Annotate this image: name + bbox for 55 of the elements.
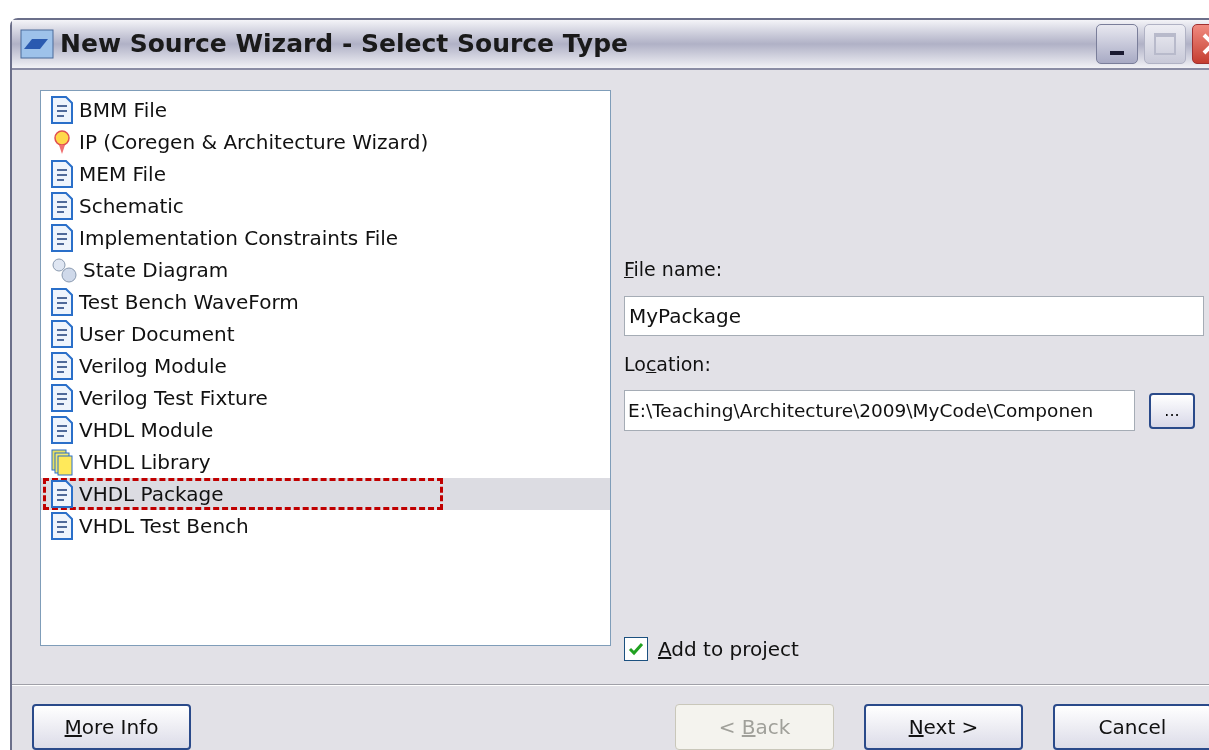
- document-icon: [51, 224, 73, 252]
- dialog-button[interactable]: Next >: [864, 704, 1023, 750]
- check-icon: [627, 640, 645, 658]
- list-item[interactable]: VHDL Test Bench: [41, 510, 610, 542]
- stacked-pages-icon: [51, 448, 73, 476]
- item-label: VHDL Library: [79, 449, 211, 476]
- list-item[interactable]: VHDL Library: [41, 446, 610, 478]
- field-label: Location:: [624, 351, 712, 377]
- field-label: File name:: [624, 257, 724, 282]
- list-item[interactable]: IP (Coregen & Architecture Wizard): [41, 126, 610, 158]
- item-label: Verilog Module: [79, 353, 227, 380]
- dialog-button[interactable]: More Info: [32, 704, 191, 750]
- input-field[interactable]: E:\Teaching\Architecture\2009\MyCode\Componen: [624, 390, 1135, 431]
- document-icon: [51, 192, 73, 220]
- item-label: Implementation Constraints File: [79, 225, 399, 252]
- document-icon: [51, 384, 73, 412]
- item-label: State Diagram: [83, 257, 229, 284]
- document-icon: [51, 512, 73, 540]
- document-icon: [51, 352, 73, 380]
- input-field[interactable]: MyPackage: [624, 295, 1204, 336]
- document-icon: [51, 416, 73, 444]
- checkbox-label: Add to project: [658, 636, 799, 663]
- item-label: MEM File: [79, 161, 166, 188]
- document-icon: [51, 320, 73, 348]
- item-label: BMM File: [79, 97, 168, 124]
- checkbox[interactable]: [624, 637, 648, 661]
- item-label: VHDL Test Bench: [79, 513, 249, 540]
- document-icon: [51, 480, 73, 508]
- window-title: New Source Wizard - Select Source Type: [60, 28, 629, 61]
- item-label: VHDL Package: [79, 481, 224, 508]
- list-item[interactable]: Verilog Test Fixture: [41, 382, 610, 414]
- document-icon: [51, 96, 73, 124]
- document-icon: [51, 288, 73, 316]
- list-item[interactable]: User Document: [41, 318, 610, 350]
- item-label: VHDL Module: [79, 417, 214, 444]
- item-label: Test Bench WaveForm: [79, 289, 299, 316]
- item-label: Schematic: [79, 193, 184, 220]
- item-label: Verilog Test Fixture: [79, 385, 268, 412]
- list-item[interactable]: MEM File: [41, 158, 610, 190]
- list-item[interactable]: VHDL Module: [41, 414, 610, 446]
- list-item[interactable]: Test Bench WaveForm: [41, 286, 610, 318]
- item-label: User Document: [79, 321, 235, 348]
- list-item[interactable]: State Diagram: [41, 254, 610, 286]
- list-item[interactable]: VHDL Package: [41, 478, 610, 510]
- app-logo-icon: [20, 29, 54, 59]
- list-item[interactable]: Schematic: [41, 190, 610, 222]
- circles-icon: [51, 256, 77, 284]
- list-item[interactable]: BMM File: [41, 94, 610, 126]
- item-label: IP (Coregen & Architecture Wizard): [79, 129, 429, 156]
- minimize-button[interactable]: [1096, 24, 1138, 64]
- document-icon: [51, 160, 73, 188]
- list-item[interactable]: Verilog Module: [41, 350, 610, 382]
- dialog-button[interactable]: Cancel: [1053, 704, 1209, 750]
- list-item[interactable]: Implementation Constraints File: [41, 222, 610, 254]
- browse-button[interactable]: ...: [1149, 392, 1195, 429]
